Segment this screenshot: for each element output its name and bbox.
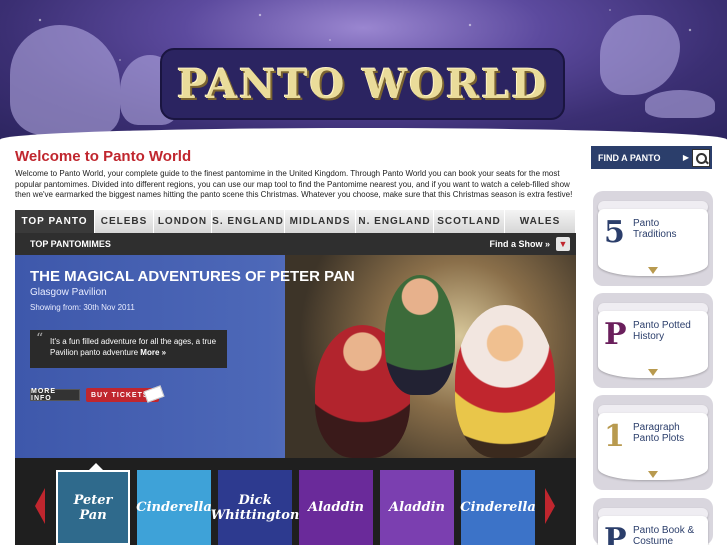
find-show-dropdown[interactable]: Find a Show » ▼ <box>489 237 570 251</box>
carousel-thumb[interactable]: Aladdin <box>380 470 454 545</box>
ticket-icon <box>143 385 165 403</box>
sidebar-card-costume[interactable]: P Panto Book & Costume <box>593 498 713 545</box>
search-icon[interactable] <box>692 148 710 167</box>
sidebar-card-label: Panto Traditions <box>633 218 677 240</box>
quote-icon: “ <box>36 331 44 347</box>
section-title: TOP PANTOMIMES <box>30 239 111 249</box>
find-panto-controls: ▶ <box>682 148 712 167</box>
sidebar-card-label: Panto Potted History <box>633 320 691 342</box>
tab-n-england[interactable]: N. ENGLAND <box>356 210 434 233</box>
arrow-right-icon: ▶ <box>682 153 689 162</box>
sidebar-card-traditions[interactable]: 5 Panto Traditions <box>593 191 713 286</box>
buy-tickets-label: BUY TICKETS <box>91 391 149 399</box>
tab-celebs[interactable]: CELEBS <box>95 210 154 233</box>
number-five-icon: 5 <box>604 215 625 250</box>
active-thumb-pointer <box>89 463 103 470</box>
show-carousel: Peter Pan Cinderella Dick Whittington Al… <box>15 458 576 545</box>
site-logo[interactable]: PANTO WORLD <box>160 48 565 120</box>
chevron-down-icon[interactable]: ▼ <box>556 237 570 251</box>
section-subbar: TOP PANTOMIMES Find a Show » ▼ <box>15 233 576 255</box>
arrow-down-icon <box>648 369 658 376</box>
letter-p-icon: P <box>604 522 627 545</box>
quote-more-link[interactable]: More » <box>140 348 166 357</box>
tab-london[interactable]: LONDON <box>154 210 212 233</box>
buy-tickets-button[interactable]: BUY TICKETS <box>86 385 165 403</box>
carousel-thumb[interactable]: Cinderella <box>460 470 536 545</box>
tab-wales[interactable]: WALES <box>505 210 576 233</box>
sidebar-card-label: Paragraph Panto Plots <box>633 422 685 444</box>
sidebar-card-plots[interactable]: 1 Paragraph Panto Plots <box>593 395 713 490</box>
show-venue: Glasgow Pavilion <box>30 287 107 298</box>
site-header: PANTO WORLD <box>0 0 727 140</box>
actor-peter-pan <box>385 275 455 395</box>
more-info-button[interactable]: MORE INFO <box>30 388 80 402</box>
magic-lamp-icon <box>645 90 715 118</box>
quote-text: It's a fun filled adventure for all the … <box>50 337 217 357</box>
arrow-down-icon <box>648 471 658 478</box>
find-show-label: Find a Show » <box>489 239 550 249</box>
tab-midlands[interactable]: MIDLANDS <box>285 210 356 233</box>
region-tabs: TOP PANTO CELEBS LONDON S. ENGLAND MIDLA… <box>15 210 576 233</box>
carousel-thumb[interactable]: Aladdin <box>299 470 373 545</box>
letter-p-icon: P <box>604 317 627 352</box>
carousel-prev-arrow-icon[interactable] <box>35 488 45 524</box>
find-panto-search[interactable]: FIND A PANTO ▶ <box>591 146 712 169</box>
carousel-thumb[interactable]: Dick Whittington <box>211 470 299 545</box>
welcome-text: Welcome to Panto World, your complete gu… <box>15 169 573 199</box>
sidebar-card-history[interactable]: P Panto Potted History <box>593 293 713 388</box>
arrow-down-icon <box>648 267 658 274</box>
carousel-thumb[interactable]: Peter Pan <box>56 470 130 545</box>
tab-s-england[interactable]: S. ENGLAND <box>212 210 285 233</box>
tab-top-panto[interactable]: TOP PANTO <box>15 210 95 233</box>
carousel-thumb[interactable]: Cinderella <box>136 470 212 545</box>
page-title: Welcome to Panto World <box>15 148 192 165</box>
number-one-icon: 1 <box>604 419 625 454</box>
carousel-next-arrow-icon[interactable] <box>545 488 555 524</box>
show-title[interactable]: THE MAGICAL ADVENTURES OF PETER PAN <box>30 268 355 285</box>
find-panto-label: FIND A PANTO <box>598 152 661 163</box>
sidebar-card-label: Panto Book & Costume <box>633 525 695 545</box>
featured-show: THE MAGICAL ADVENTURES OF PETER PAN Glas… <box>15 255 576 458</box>
review-quote: “ It's a fun filled adventure for all th… <box>30 330 227 368</box>
show-date: Showing from: 30th Nov 2011 <box>30 303 135 312</box>
actor-pirate-dame <box>455 305 555 458</box>
logo-text: PANTO WORLD <box>176 60 549 108</box>
tab-scotland[interactable]: SCOTLAND <box>434 210 505 233</box>
